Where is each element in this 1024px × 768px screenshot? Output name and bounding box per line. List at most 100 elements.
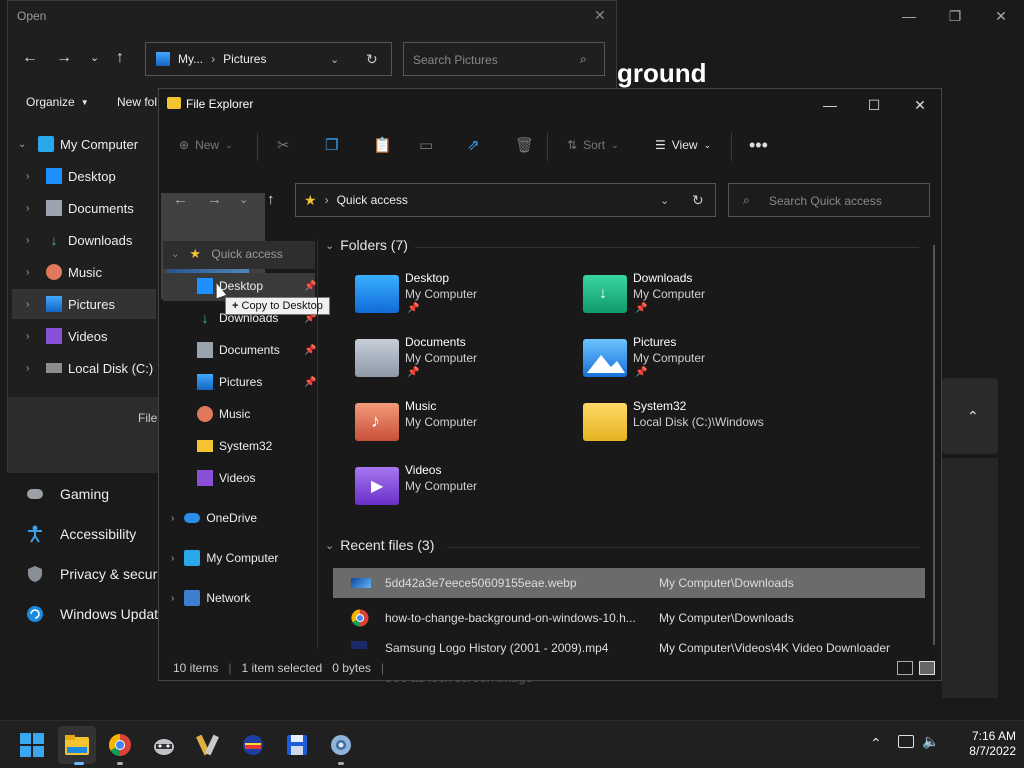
breadcrumb-item[interactable]: My... (178, 52, 203, 66)
folder-tile[interactable]: ▶ Videos My Computer (355, 463, 575, 519)
forward-icon[interactable]: → (56, 49, 72, 67)
chevron-right-icon[interactable]: › (26, 299, 36, 310)
paste-icon[interactable]: 📋 (373, 127, 392, 163)
search-input[interactable]: Search Pictures ⌕ (403, 42, 605, 76)
tree-my-computer[interactable]: ⌄ My Computer (18, 129, 138, 159)
breadcrumb-item[interactable]: Pictures (223, 52, 266, 66)
chevron-down-icon[interactable]: ⌄ (18, 139, 28, 150)
chevron-down-icon[interactable]: ⌄ (239, 193, 248, 206)
restore-icon[interactable]: ❐ (944, 8, 966, 24)
folder-tile[interactable]: Desktop My Computer 📌 (355, 271, 575, 327)
save-app-icon[interactable] (281, 729, 313, 761)
settings-nav-accessibility[interactable]: Accessibility (24, 518, 136, 550)
new-folder-button[interactable]: New fol (117, 95, 157, 109)
chevron-up-icon[interactable]: ⌃ (967, 408, 979, 425)
nav-my-computer[interactable]: › My Computer (171, 543, 278, 573)
chevron-right-icon[interactable]: › (26, 171, 36, 182)
pin-icon[interactable]: 📌 (304, 377, 316, 388)
folder-tile[interactable]: ♪ Music My Computer (355, 399, 575, 455)
sort-button[interactable]: ⇅ Sort ⌄ (567, 127, 619, 163)
start-icon[interactable] (16, 729, 48, 761)
details-view-icon[interactable] (897, 661, 913, 675)
up-icon[interactable]: ↑ (116, 49, 124, 67)
folder-tile[interactable]: Documents My Computer 📌 (355, 335, 575, 391)
chevron-down-icon[interactable]: ⌄ (325, 239, 334, 252)
volume-icon[interactable]: 🔈 (922, 733, 939, 750)
disc-app-icon[interactable] (237, 729, 269, 761)
recent-file-row[interactable]: 5dd42a3e7eece50609155eae.webp My Compute… (333, 568, 925, 598)
share-icon[interactable]: ⇗ (467, 127, 480, 163)
scrollbar[interactable] (933, 245, 935, 645)
tools-app-icon[interactable] (192, 729, 224, 761)
view-button[interactable]: ☰ View ⌄ (655, 127, 711, 163)
chevron-down-icon[interactable]: ⌄ (90, 51, 99, 64)
recent-file-row[interactable]: Samsung Logo History (2001 - 2009).mp4 M… (333, 639, 925, 657)
breadcrumb-item[interactable]: Quick access (337, 193, 408, 207)
chevron-down-icon[interactable]: ⌄ (330, 53, 339, 66)
chevron-down-icon[interactable]: ⌄ (325, 539, 334, 552)
address-bar[interactable]: ★ › Quick access ⌄ ↻ (295, 183, 716, 217)
folders-section-header[interactable]: ⌄ Folders (7) (325, 237, 408, 253)
pin-icon[interactable]: 📌 (304, 345, 316, 356)
nav-music[interactable]: Music (197, 399, 250, 429)
forward-icon[interactable]: → (207, 191, 222, 208)
chevron-right-icon[interactable]: › (171, 553, 174, 564)
close-icon[interactable]: ✕ (990, 8, 1012, 24)
settings-nav-update[interactable]: Windows Updat (24, 598, 158, 630)
nav-onedrive[interactable]: › OneDrive (171, 503, 257, 533)
chevron-right-icon[interactable]: › (26, 363, 36, 374)
rename-icon[interactable]: ▭ (419, 127, 433, 163)
chevron-right-icon[interactable]: › (26, 331, 36, 342)
chevron-right-icon[interactable]: › (171, 593, 174, 604)
search-input[interactable]: ⌕ Search Quick access (728, 183, 930, 217)
close-button[interactable]: ✕ (897, 91, 943, 119)
cut-icon[interactable]: ✂ (277, 127, 290, 163)
nav-system32[interactable]: System32 (197, 431, 272, 461)
refresh-icon[interactable]: ↻ (692, 192, 704, 209)
tree-downloads[interactable]: › ↓ Downloads (26, 225, 132, 255)
nav-pictures[interactable]: Pictures (197, 367, 262, 397)
tiles-view-icon[interactable] (919, 661, 935, 675)
clock[interactable]: 7:16 AM 8/7/2022 (946, 729, 1016, 759)
nav-documents[interactable]: Documents (197, 335, 280, 365)
tree-videos[interactable]: › Videos (26, 321, 108, 351)
chevron-down-icon[interactable]: ⌄ (171, 249, 179, 260)
tree-local-disk[interactable]: › Local Disk (C:) (26, 353, 153, 383)
chevron-right-icon[interactable]: › (26, 203, 36, 214)
minimize-icon[interactable]: — (898, 8, 920, 24)
nav-videos[interactable]: Videos (197, 463, 255, 493)
minimize-button[interactable]: — (807, 91, 853, 119)
chevron-right-icon[interactable]: › (26, 267, 36, 278)
new-button[interactable]: ⊕ New ⌄ (179, 127, 233, 163)
copy-icon[interactable]: ❐ (325, 127, 338, 163)
recent-section-header[interactable]: ⌄ Recent files (3) (325, 537, 434, 553)
folder-tile[interactable]: System32 Local Disk (C:)\Windows (583, 399, 803, 455)
folder-tile[interactable]: ↓ Downloads My Computer 📌 (583, 271, 803, 327)
settings-gear-icon[interactable] (325, 729, 357, 761)
recent-file-row[interactable]: how-to-change-background-on-windows-10.h… (333, 603, 925, 633)
chevron-right-icon[interactable]: › (26, 235, 36, 246)
display-icon[interactable] (898, 735, 914, 748)
chevron-right-icon[interactable]: › (171, 513, 174, 524)
pin-icon[interactable]: 📌 (304, 281, 316, 292)
expander-card[interactable]: ⌃ (942, 378, 998, 454)
settings-nav-gaming[interactable]: Gaming (24, 478, 109, 510)
chevron-up-icon[interactable]: ⌃ (870, 735, 882, 752)
maximize-button[interactable]: ☐ (851, 91, 897, 119)
nav-network[interactable]: › Network (171, 583, 250, 613)
tree-documents[interactable]: › Documents (26, 193, 134, 223)
chevron-down-icon[interactable]: ⌄ (660, 194, 669, 207)
tree-desktop[interactable]: › Desktop (26, 161, 116, 191)
delete-icon[interactable]: 🗑 (515, 127, 534, 163)
up-icon[interactable]: ↑ (267, 191, 275, 208)
settings-nav-privacy[interactable]: Privacy & securi (24, 558, 160, 590)
tree-music[interactable]: › Music (26, 257, 102, 287)
chrome-icon[interactable] (104, 729, 136, 761)
back-icon[interactable]: ← (22, 49, 38, 67)
more-options-icon[interactable]: ••• (749, 127, 768, 163)
refresh-icon[interactable]: ↻ (366, 51, 378, 68)
raccoon-app-icon[interactable] (148, 729, 180, 761)
folder-tile[interactable]: Pictures My Computer 📌 (583, 335, 803, 391)
tree-pictures[interactable]: › Pictures (26, 289, 115, 319)
address-bar[interactable]: My... › Pictures ⌄ ↻ (145, 42, 392, 76)
